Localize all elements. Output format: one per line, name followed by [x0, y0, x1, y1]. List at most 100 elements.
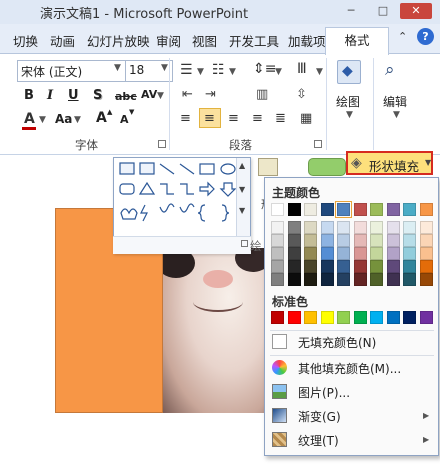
theme-shade-swatch[interactable] — [320, 221, 334, 234]
bullets-icon[interactable]: ☰ — [180, 62, 193, 78]
standard-color-swatch[interactable] — [337, 311, 350, 324]
maximize-button[interactable]: □ — [372, 3, 394, 19]
tab-transitions[interactable]: 切换 — [13, 31, 38, 50]
tab-view[interactable]: 视图 — [192, 31, 217, 50]
theme-shade-swatch[interactable] — [287, 260, 301, 273]
chevron-down-icon[interactable]: ▼ — [39, 115, 46, 125]
theme-shade-swatch[interactable] — [287, 221, 301, 234]
theme-shade-swatch[interactable] — [403, 221, 416, 234]
chevron-down-icon[interactable]: ▼ — [316, 67, 323, 77]
theme-shade-swatch[interactable] — [370, 247, 383, 260]
theme-color-swatch[interactable] — [370, 203, 383, 216]
gallery-more-icon[interactable]: ▼ — [239, 206, 245, 215]
theme-shade-swatch[interactable] — [320, 260, 334, 273]
theme-shade-swatch[interactable] — [337, 260, 350, 273]
menu-item-picture[interactable] — [266, 381, 438, 403]
tab-slideshow[interactable]: 幻灯片放映 — [87, 31, 150, 50]
align-right-icon[interactable]: ≡ — [228, 111, 239, 126]
theme-shade-swatch[interactable] — [271, 260, 284, 273]
theme-shade-swatch[interactable] — [353, 221, 367, 234]
standard-color-swatch[interactable] — [304, 311, 317, 324]
theme-shade-swatch[interactable] — [271, 234, 284, 247]
drawing-button-label[interactable]: 绘图 — [336, 93, 360, 110]
theme-color-swatch[interactable] — [403, 203, 416, 216]
theme-shade-swatch[interactable] — [271, 221, 284, 234]
minimize-button[interactable]: ─ — [340, 3, 362, 19]
theme-shade-swatch[interactable] — [337, 234, 350, 247]
dialog-launcher-icon[interactable] — [158, 140, 166, 148]
theme-color-swatch[interactable] — [271, 203, 284, 216]
chevron-down-icon[interactable]: ▼ — [114, 63, 121, 73]
theme-shade-swatch[interactable] — [271, 273, 284, 286]
scroll-up-icon[interactable]: ▲ — [239, 161, 245, 170]
standard-color-swatch[interactable] — [287, 311, 301, 324]
menu-item-gradient[interactable] — [266, 405, 438, 427]
chevron-down-icon[interactable]: ▼ — [425, 158, 431, 167]
theme-shade-swatch[interactable] — [386, 247, 400, 260]
theme-shade-swatch[interactable] — [287, 247, 301, 260]
distributed-icon[interactable]: ≣ — [275, 111, 286, 126]
theme-shade-swatch[interactable] — [304, 247, 317, 260]
line-spacing-icon[interactable]: ⇕≡ — [253, 61, 276, 77]
theme-shade-swatch[interactable] — [403, 247, 416, 260]
chevron-down-icon[interactable]: ▼ — [157, 91, 164, 101]
chevron-down-icon[interactable]: ▼ — [74, 115, 81, 125]
theme-shade-swatch[interactable] — [337, 247, 350, 260]
theme-shade-swatch[interactable] — [419, 260, 433, 273]
standard-color-swatch[interactable] — [353, 311, 367, 324]
decrease-indent-icon[interactable]: ⇤ — [182, 87, 193, 102]
chevron-down-icon[interactable]: ▼ — [197, 67, 204, 77]
columns-icon[interactable]: ▥ — [256, 87, 268, 102]
standard-color-swatch[interactable] — [370, 311, 383, 324]
chevron-down-icon[interactable]: ▼ — [346, 110, 353, 120]
chevron-down-icon[interactable]: ▼ — [161, 63, 168, 73]
shape-style-preset[interactable] — [308, 158, 346, 176]
theme-shade-swatch[interactable] — [337, 273, 350, 286]
editing-button-label[interactable]: 编辑 — [383, 93, 407, 110]
standard-color-swatch[interactable] — [419, 311, 433, 324]
theme-shade-swatch[interactable] — [370, 221, 383, 234]
tab-addins[interactable]: 加载项 — [288, 31, 326, 50]
justify-icon[interactable]: ≡ — [252, 111, 263, 126]
smartart-icon[interactable]: ▦ — [300, 111, 312, 126]
theme-color-swatch[interactable] — [304, 203, 317, 216]
tab-format[interactable]: 格式 — [325, 27, 389, 55]
theme-color-swatch[interactable] — [353, 203, 367, 216]
theme-shade-swatch[interactable] — [419, 273, 433, 286]
theme-shade-swatch[interactable] — [287, 273, 301, 286]
theme-shade-swatch[interactable] — [419, 234, 433, 247]
theme-shade-swatch[interactable] — [370, 234, 383, 247]
theme-shade-swatch[interactable] — [320, 234, 334, 247]
chevron-down-icon[interactable]: ▼ — [393, 110, 400, 120]
align-left-icon[interactable]: ≡ — [180, 111, 191, 126]
theme-shade-swatch[interactable] — [419, 247, 433, 260]
standard-color-swatch[interactable] — [386, 311, 400, 324]
theme-shade-swatch[interactable] — [370, 273, 383, 286]
theme-color-swatch[interactable] — [386, 203, 400, 216]
theme-shade-swatch[interactable] — [320, 247, 334, 260]
theme-shade-swatch[interactable] — [353, 273, 367, 286]
chevron-down-icon[interactable]: ▼ — [229, 67, 236, 77]
theme-shade-swatch[interactable] — [419, 221, 433, 234]
chevron-down-icon[interactable]: ▼ — [275, 67, 282, 77]
font-color-button[interactable]: A — [24, 111, 35, 127]
standard-color-swatch[interactable] — [320, 311, 334, 324]
gallery-scrollbar[interactable] — [236, 158, 250, 238]
theme-shade-swatch[interactable] — [386, 273, 400, 286]
tab-animations[interactable]: 动画 — [50, 31, 75, 50]
change-case-button[interactable]: Aa — [55, 112, 72, 126]
theme-shade-swatch[interactable] — [320, 273, 334, 286]
shadow-button[interactable]: S — [93, 88, 102, 103]
theme-color-swatch[interactable] — [335, 201, 352, 218]
scroll-down-icon[interactable]: ▼ — [239, 185, 245, 194]
increase-indent-icon[interactable]: ⇥ — [205, 87, 216, 102]
grow-font-button[interactable]: A — [96, 110, 107, 126]
tab-review[interactable]: 审阅 — [156, 31, 181, 50]
theme-shade-swatch[interactable] — [386, 221, 400, 234]
theme-shade-swatch[interactable] — [304, 260, 317, 273]
theme-shade-swatch[interactable] — [403, 234, 416, 247]
theme-shade-swatch[interactable] — [271, 247, 284, 260]
theme-shade-swatch[interactable] — [304, 273, 317, 286]
theme-shade-swatch[interactable] — [304, 234, 317, 247]
bold-button[interactable]: B — [24, 88, 34, 103]
